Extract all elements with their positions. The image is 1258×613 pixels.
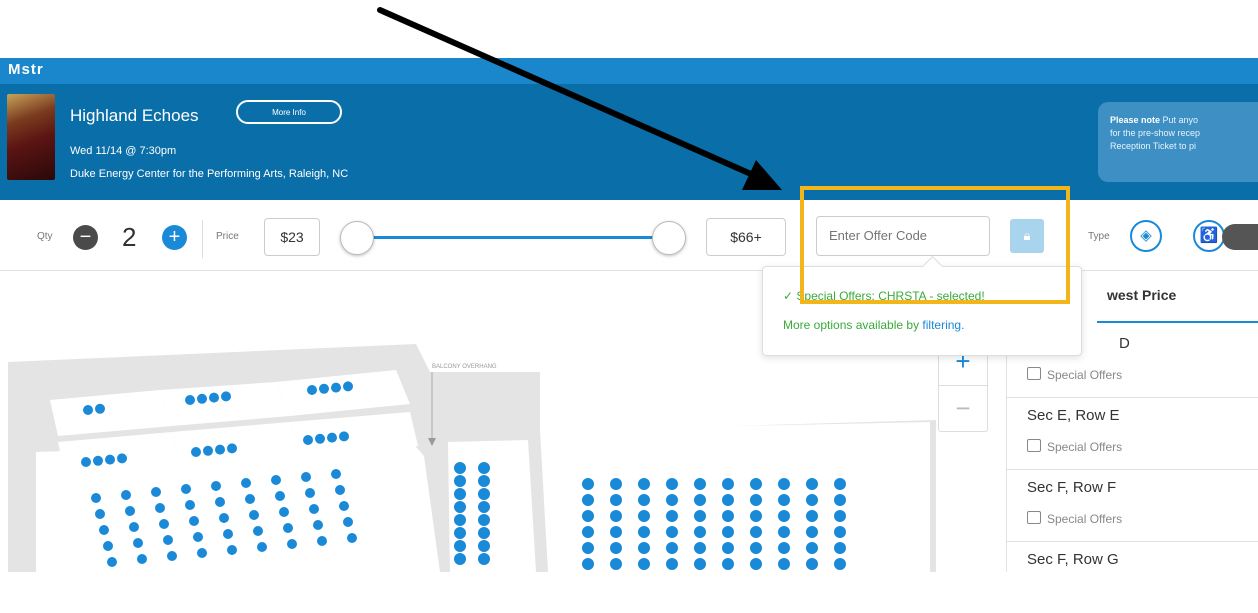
annotation-arrow	[377, 7, 782, 190]
annotation-arrow-line	[377, 7, 763, 181]
